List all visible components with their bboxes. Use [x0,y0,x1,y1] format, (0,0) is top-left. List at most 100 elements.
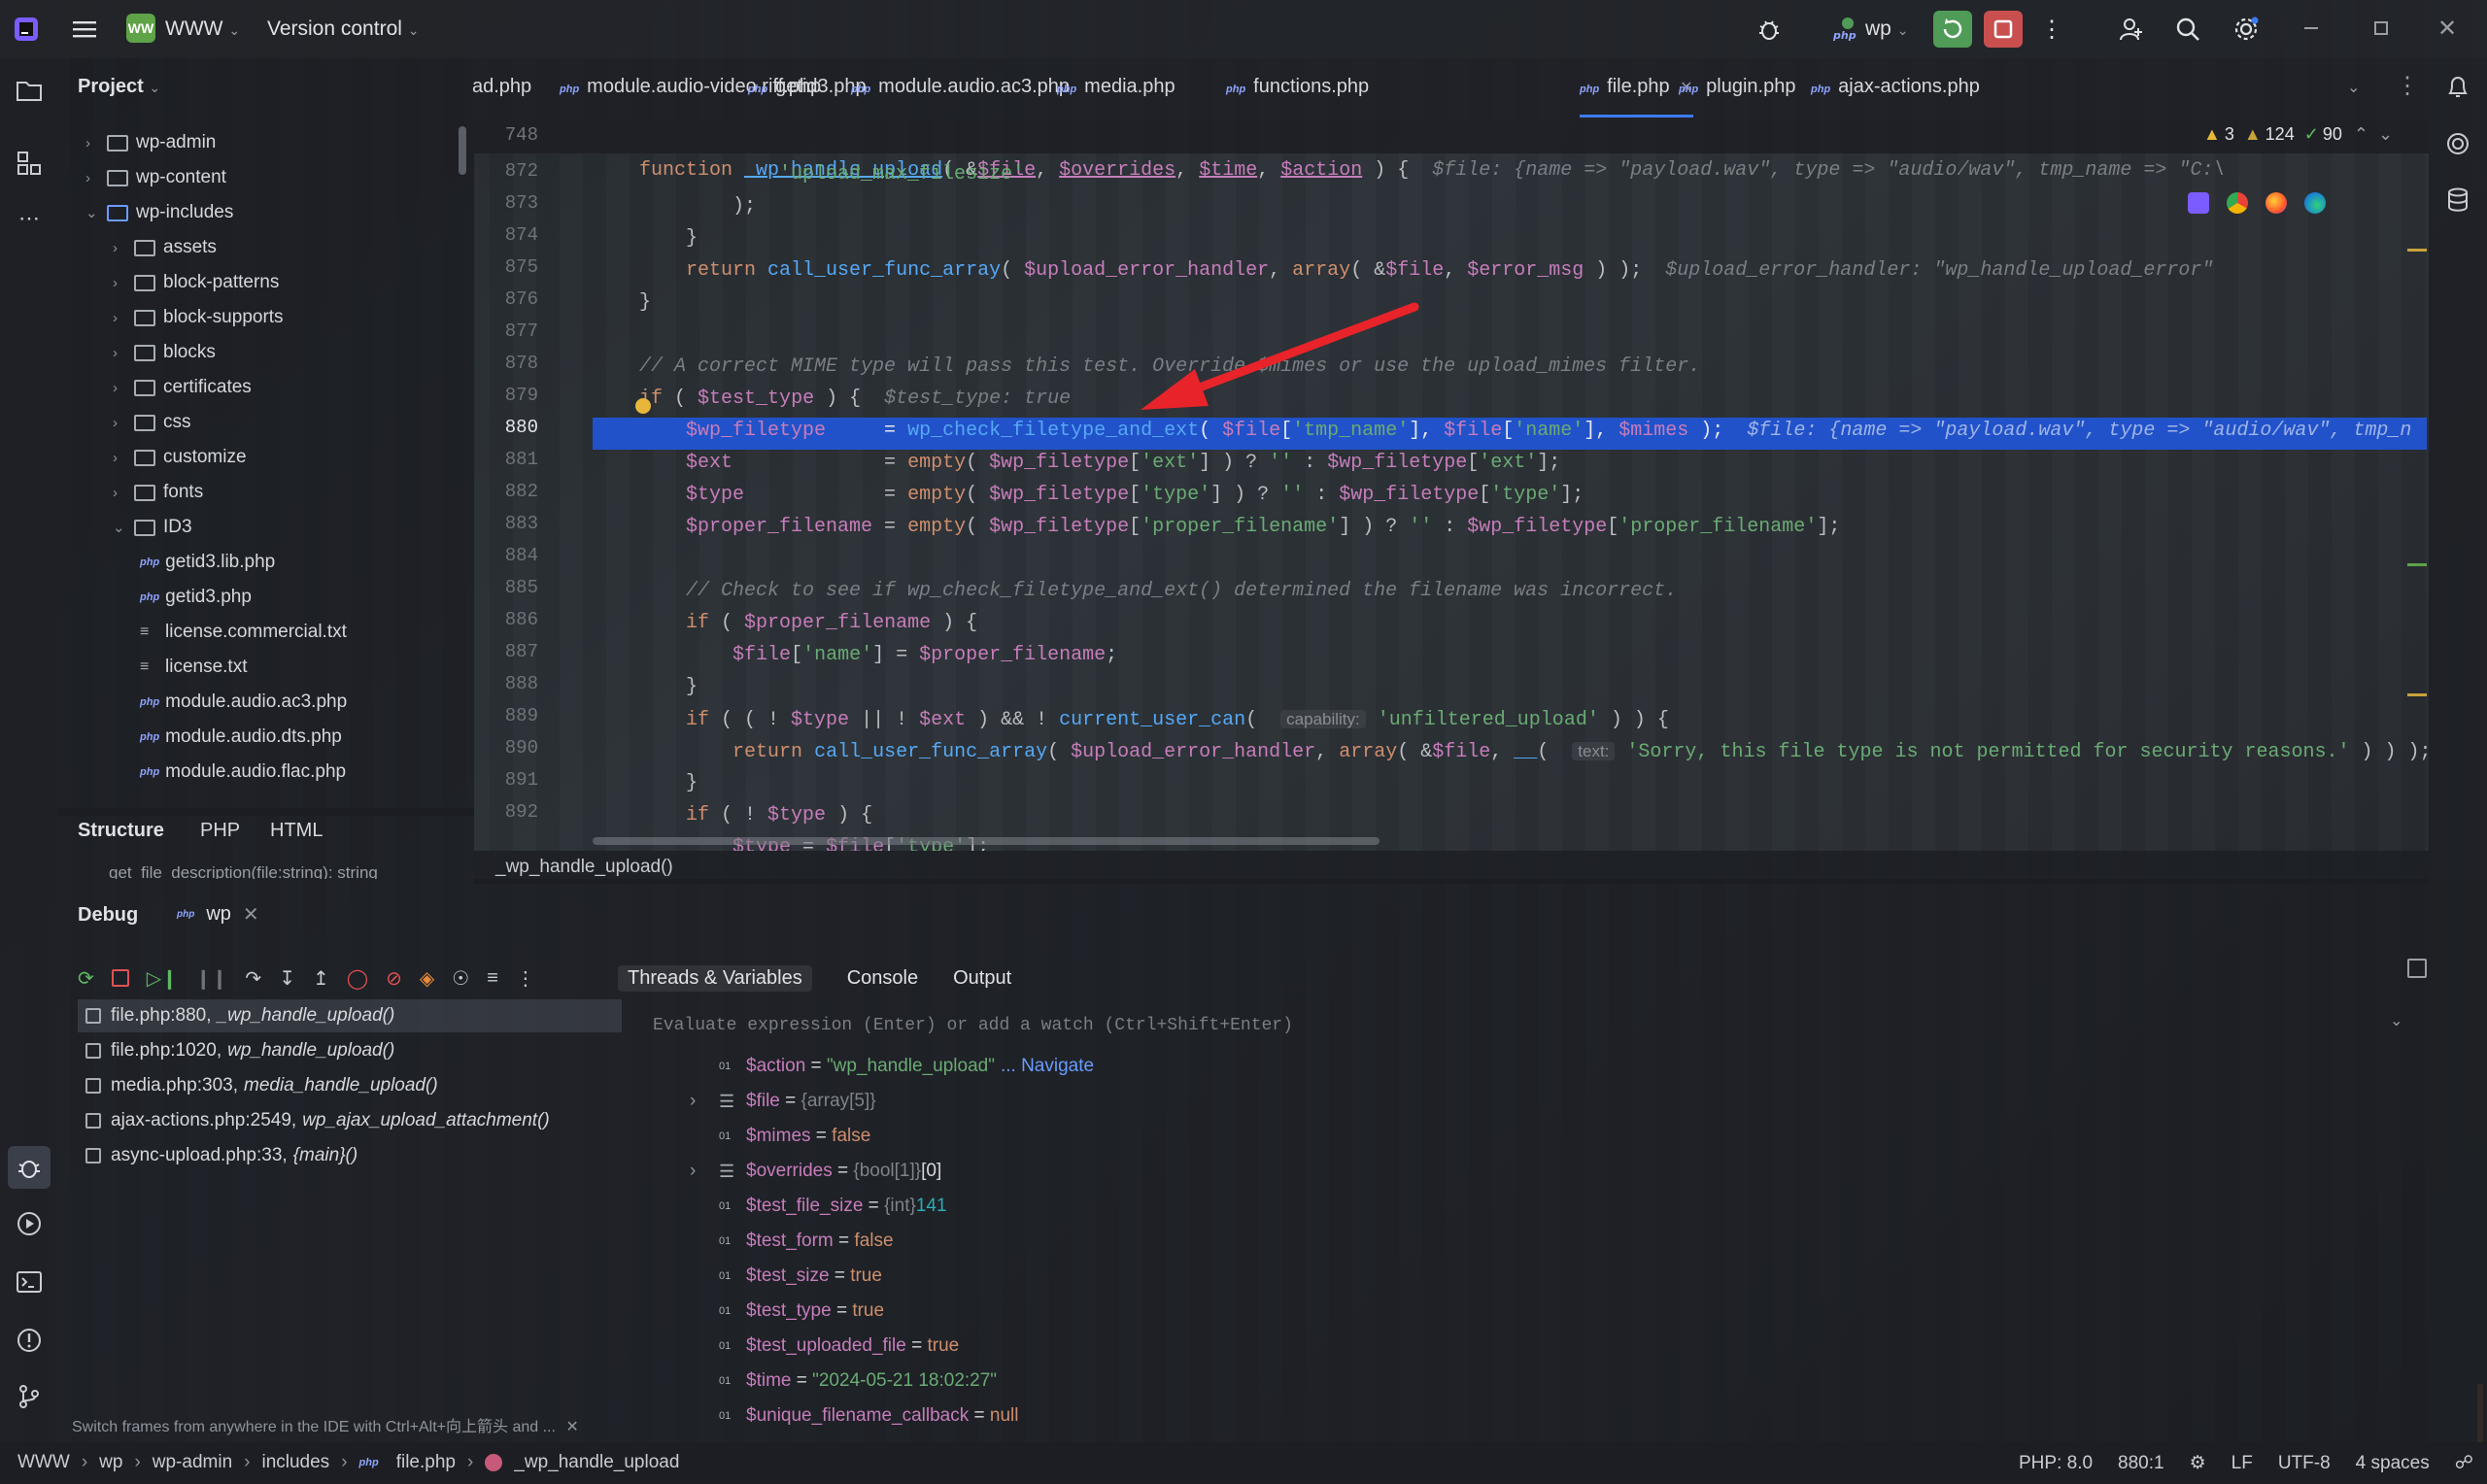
editor-tab[interactable]: php getid3.php [748,76,867,98]
mute-breakpoints-icon[interactable]: ⊘ [386,966,402,991]
editor-tab[interactable]: php module.audio.ac3.php [851,76,1070,98]
editor-tab[interactable]: php ajax-actions.php [1811,76,1980,98]
stop-icon[interactable] [111,969,129,987]
tree-item[interactable]: php module.audio.ac3.php [140,686,347,719]
status-debug-icon[interactable]: ⚙ [2190,1452,2206,1474]
error-stripe-mark[interactable] [2407,693,2427,696]
stop-button[interactable] [1984,11,2023,48]
tree-item[interactable]: › block-supports [113,301,284,334]
add-watch-icon[interactable]: ≡ [487,967,498,990]
tree-item[interactable]: ≡ license.commercial.txt [140,616,347,649]
tree-item[interactable]: › css [113,406,191,439]
tree-item[interactable]: ≡ license.txt [140,651,247,684]
tree-item[interactable]: ⌄ ID3 [113,511,192,544]
editor-tab[interactable]: php file.php ✕ [1580,76,1693,118]
editor-tab[interactable]: ad.php [472,76,531,98]
more-tools-icon[interactable]: ⋯ [14,204,45,233]
tab-php[interactable]: PHP [200,820,240,842]
tree-item[interactable]: php module.audio.flac.php [140,756,346,789]
minimize-button[interactable] [2304,27,2318,29]
layout-settings-icon[interactable] [2407,959,2427,978]
variable-row[interactable]: › ☰ $file = {array[5]} [690,1085,876,1118]
tree-item[interactable]: php getid3.php [140,581,252,614]
expand-chevron-icon[interactable]: › [690,1161,696,1182]
project-badge[interactable]: WW [126,14,155,43]
rerun-debug-button[interactable] [1933,11,1972,48]
error-stripe-mark[interactable] [2407,563,2427,566]
editor-horizontal-scrollbar[interactable] [593,837,1380,845]
edge-browser-icon[interactable] [2304,192,2326,214]
intention-bulb-icon[interactable] [635,398,651,414]
status-breadcrumb-item[interactable]: _wp_handle_upload [514,1452,679,1473]
main-menu-icon[interactable] [70,16,99,43]
firefox-browser-icon[interactable] [2266,192,2287,214]
variable-row[interactable]: › ☰ $overrides = {bool[1]} [0] [690,1155,941,1188]
tab-threads-variables[interactable]: Threads & Variables [618,964,812,992]
more-actions-icon[interactable]: ⋮ [2040,14,2063,45]
notifications-bell-icon[interactable] [2442,72,2473,103]
chevron-right-icon[interactable]: › [113,310,126,326]
terminal-icon[interactable] [14,1266,45,1298]
tree-item[interactable]: › certificates [113,371,252,404]
chevron-right-icon[interactable]: › [113,240,126,256]
debug-tool-bug-icon[interactable] [8,1146,51,1189]
step-out-icon[interactable]: ↥ [313,966,329,991]
git-branch-icon[interactable] [14,1381,45,1412]
tree-item[interactable]: › assets [113,231,217,264]
php-version[interactable]: PHP: 8.0 [2019,1453,2093,1474]
code-editor[interactable]: function _wp_handle_upload( &$file, $ove… [593,120,2429,851]
settings-gear-icon[interactable] [2231,14,2262,45]
eval-history-chevron-icon[interactable]: ⌄ [2390,1011,2402,1030]
variable-row[interactable]: 01 $test_uploaded_file = true [719,1330,959,1363]
step-into-icon[interactable]: ↧ [279,966,295,991]
variable-row[interactable]: 01 $test_type = true [719,1295,884,1328]
problems-icon[interactable] [14,1325,45,1356]
project-tool-folder-icon[interactable] [14,76,45,105]
status-breadcrumb-item[interactable]: file.php [396,1452,456,1473]
chrome-browser-icon[interactable] [2227,192,2248,214]
chevron-down-icon[interactable]: ⌄ [113,519,126,536]
project-name-dropdown[interactable]: WWW ⌄ [165,17,240,41]
tree-scrollbar[interactable] [459,126,466,175]
stack-frame[interactable]: file.php:880, _wp_handle_upload() [85,999,394,1032]
tree-item[interactable]: › fonts [113,476,203,509]
stack-frame[interactable]: ajax-actions.php:2549, wp_ajax_upload_att… [85,1104,550,1137]
inspect-icon[interactable]: ☉ [452,966,469,991]
indentation[interactable]: 4 spaces [2356,1453,2430,1474]
file-encoding[interactable]: UTF-8 [2278,1453,2331,1474]
tree-item[interactable]: › wp-content [85,161,226,194]
chevron-right-icon[interactable]: › [113,275,126,291]
variable-row[interactable]: 01 $unique_filename_callback = null [719,1400,1018,1433]
status-breadcrumb-item[interactable]: wp-admin [153,1452,232,1473]
editor-tab[interactable]: php functions.php [1226,76,1369,98]
pause-icon[interactable]: ❙❙ [195,966,228,991]
view-breakpoints-icon[interactable]: ◯ [347,966,368,991]
stack-frame[interactable]: media.php:303, media_handle_upload() [85,1069,438,1102]
evaluate-expression-input[interactable]: Evaluate expression (Enter) or add a wat… [653,1009,2421,1042]
breadcrumb-function[interactable]: _wp_handle_upload() [495,857,673,878]
run-config-dropdown[interactable]: wp ⌄ [1865,17,1908,41]
variable-row[interactable]: 01 $test_file_size = {int} 141 [719,1190,947,1223]
tab-html[interactable]: HTML [270,820,323,842]
error-stripe-mark[interactable] [2407,249,2427,252]
tab-output[interactable]: Output [953,967,1011,990]
tab-console[interactable]: Console [847,967,918,990]
rerun-icon[interactable]: ⟳ [78,966,94,991]
read-only-lock-icon[interactable]: ☍ [2455,1452,2473,1474]
resume-icon[interactable]: ▷❙ [147,966,178,991]
caret-position[interactable]: 880:1 [2118,1453,2164,1474]
stack-frame[interactable]: file.php:1020, wp_handle_upload() [85,1034,394,1067]
status-breadcrumb-item[interactable]: includes [261,1452,329,1473]
chevron-down-icon[interactable]: ⌄ [85,204,99,221]
break-on-exception-icon[interactable]: ◈ [420,966,434,991]
debug-session-tab[interactable]: php wp ✕ [177,902,259,927]
debug-bug-icon[interactable] [1754,14,1785,45]
stack-frame[interactable]: async-upload.php:33, {main}() [85,1139,358,1172]
tree-item[interactable]: › blocks [113,336,216,369]
structure-item-clipped[interactable]: get_file_description(file:string): strin… [109,864,468,879]
variable-row[interactable]: 01 $time = "2024-05-21 18:02:27" [719,1365,997,1398]
add-user-icon[interactable] [2116,14,2147,45]
chevron-right-icon[interactable]: › [85,135,99,152]
editor-tab[interactable]: php plugin.php [1679,76,1795,98]
tabs-more-icon[interactable]: ⋮ [2396,72,2419,100]
